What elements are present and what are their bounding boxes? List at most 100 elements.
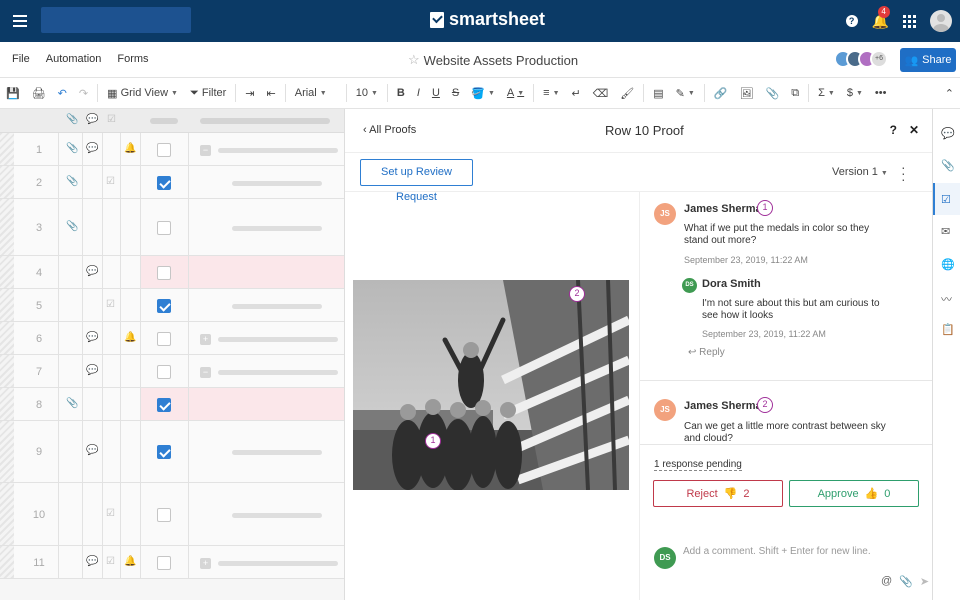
- activity-rail-icon[interactable]: 〰: [941, 291, 952, 307]
- comment-pin-1[interactable]: 1: [757, 200, 773, 216]
- grid-row[interactable]: 3 📎: [0, 199, 344, 256]
- reject-button[interactable]: Reject 👎 2: [653, 480, 783, 507]
- hierarchy-icon[interactable]: ⧉: [785, 78, 805, 109]
- row-checkbox[interactable]: [157, 556, 171, 570]
- summary-rail-icon[interactable]: 📋: [941, 323, 955, 336]
- more-icon[interactable]: •••: [869, 78, 893, 109]
- filter-button[interactable]: ⏷ Filter: [184, 78, 232, 109]
- fill-color-icon[interactable]: 🪣 ▼: [465, 78, 501, 109]
- pending-responses[interactable]: 1 response pending: [654, 459, 742, 471]
- row-checkbox[interactable]: [157, 266, 171, 280]
- image-icon[interactable]: 🖼: [734, 78, 760, 109]
- wrap-text-icon[interactable]: ↵: [566, 78, 587, 109]
- favorite-star-icon[interactable]: ☆: [408, 52, 420, 68]
- proof-icon[interactable]: ☑: [106, 176, 115, 187]
- proof-icon[interactable]: ☑: [106, 508, 115, 519]
- row-checkbox[interactable]: [157, 508, 171, 522]
- reminder-bell-icon[interactable]: 🔔: [124, 143, 136, 154]
- attach-icon[interactable]: 📎: [899, 575, 913, 588]
- indent-icon[interactable]: ⇥: [239, 78, 260, 109]
- reminder-bell-icon[interactable]: 🔔: [124, 556, 136, 567]
- search-input[interactable]: [41, 7, 191, 33]
- row-checkbox[interactable]: [157, 445, 171, 459]
- attachment-icon[interactable]: 📎: [66, 143, 78, 154]
- expand-icon[interactable]: +: [200, 558, 211, 569]
- help-icon[interactable]: ?: [890, 123, 897, 137]
- grid-view-dropdown[interactable]: ▦ Grid View ▼: [101, 78, 184, 109]
- attachments-rail-icon[interactable]: 📎: [941, 159, 955, 172]
- grid-row[interactable]: 5 ☑: [0, 289, 344, 322]
- comment-icon[interactable]: 💬: [86, 143, 98, 154]
- grid-row[interactable]: 10 ☑: [0, 483, 344, 546]
- collapse-icon[interactable]: −: [200, 145, 211, 156]
- apps-grid-icon[interactable]: [903, 14, 916, 28]
- menu-file[interactable]: File: [12, 53, 30, 65]
- version-dropdown[interactable]: Version 1 ▼: [832, 166, 888, 178]
- proof-image[interactable]: 2 1: [353, 280, 629, 490]
- grid-row[interactable]: 11 💬 ☑ 🔔 +: [0, 546, 344, 579]
- comment-icon[interactable]: 💬: [86, 266, 98, 277]
- share-button[interactable]: 👥 Share: [900, 48, 956, 72]
- all-proofs-link[interactable]: ‹ All Proofs: [363, 124, 416, 136]
- font-size-dropdown[interactable]: 10 ▼: [350, 78, 384, 109]
- print-icon[interactable]: 🖨: [26, 78, 52, 109]
- comment-icon[interactable]: 💬: [86, 365, 98, 376]
- attachment-icon[interactable]: 📎: [760, 78, 786, 109]
- align-icon[interactable]: ≡ ▼: [537, 78, 565, 109]
- attachment-icon[interactable]: 📎: [66, 221, 78, 232]
- strikethrough-icon[interactable]: S: [446, 78, 465, 109]
- collapse-icon[interactable]: −: [200, 367, 211, 378]
- highlight-icon[interactable]: ✎ ▼: [670, 78, 701, 109]
- comments-rail-icon[interactable]: 💬: [941, 127, 955, 140]
- annotation-pin-2[interactable]: 2: [569, 286, 585, 302]
- grid-row[interactable]: 8 📎: [0, 388, 344, 421]
- comment-input[interactable]: Add a comment. Shift + Enter for new lin…: [683, 546, 871, 557]
- publish-rail-icon[interactable]: 🌐: [941, 258, 955, 271]
- row-checkbox[interactable]: [157, 143, 171, 157]
- attachment-icon[interactable]: 📎: [66, 176, 78, 187]
- underline-icon[interactable]: U: [426, 78, 446, 109]
- row-checkbox[interactable]: [157, 299, 171, 313]
- approve-button[interactable]: Approve 👍 0: [789, 480, 919, 507]
- grid-row[interactable]: 4 💬: [0, 256, 344, 289]
- comment-icon[interactable]: 💬: [86, 332, 98, 343]
- setup-review-button[interactable]: Set up Review Request: [360, 159, 473, 203]
- send-icon[interactable]: ➤: [920, 575, 929, 588]
- menu-forms[interactable]: Forms: [117, 53, 148, 65]
- collaborators[interactable]: +6: [834, 50, 888, 68]
- undo-icon[interactable]: ↶: [52, 78, 73, 109]
- grid-row[interactable]: 2 📎 ☑: [0, 166, 344, 199]
- comment-pin-2[interactable]: 2: [757, 397, 773, 413]
- collapse-toolbar-icon[interactable]: ⌃: [939, 78, 960, 109]
- currency-icon[interactable]: $ ▼: [841, 78, 869, 109]
- grid-row[interactable]: 6 💬 🔔 +: [0, 322, 344, 355]
- row-handle[interactable]: [0, 546, 14, 578]
- row-handle[interactable]: [0, 256, 14, 288]
- reminder-bell-icon[interactable]: 🔔: [124, 332, 136, 343]
- close-icon[interactable]: ✕: [909, 123, 919, 137]
- outdent-icon[interactable]: ⇤: [261, 78, 282, 109]
- help-icon[interactable]: ?: [845, 15, 858, 27]
- row-handle[interactable]: [0, 199, 14, 255]
- row-handle[interactable]: [0, 421, 14, 482]
- sum-icon[interactable]: Σ ▼: [812, 78, 841, 109]
- reply-link[interactable]: ↩ Reply: [688, 347, 725, 358]
- save-icon[interactable]: 💾: [0, 78, 26, 109]
- row-handle[interactable]: [0, 322, 14, 354]
- row-handle[interactable]: [0, 388, 14, 420]
- italic-icon[interactable]: I: [411, 78, 426, 109]
- row-handle[interactable]: [0, 166, 14, 198]
- row-checkbox[interactable]: [157, 365, 171, 379]
- menu-automation[interactable]: Automation: [46, 53, 102, 65]
- update-requests-rail-icon[interactable]: ✉: [941, 225, 950, 238]
- redo-icon[interactable]: ↷: [73, 78, 94, 109]
- grid-row[interactable]: 7 💬 −: [0, 355, 344, 388]
- comment-icon[interactable]: 💬: [86, 556, 98, 567]
- bold-icon[interactable]: B: [391, 78, 411, 109]
- conditional-format-icon[interactable]: ▤: [647, 78, 669, 109]
- annotation-pin-1[interactable]: 1: [425, 433, 441, 449]
- row-handle[interactable]: [0, 483, 14, 545]
- comment-icon[interactable]: 💬: [86, 445, 98, 456]
- link-icon[interactable]: 🔗: [708, 78, 734, 109]
- notifications-bell-icon[interactable]: 🔔 4: [872, 5, 890, 30]
